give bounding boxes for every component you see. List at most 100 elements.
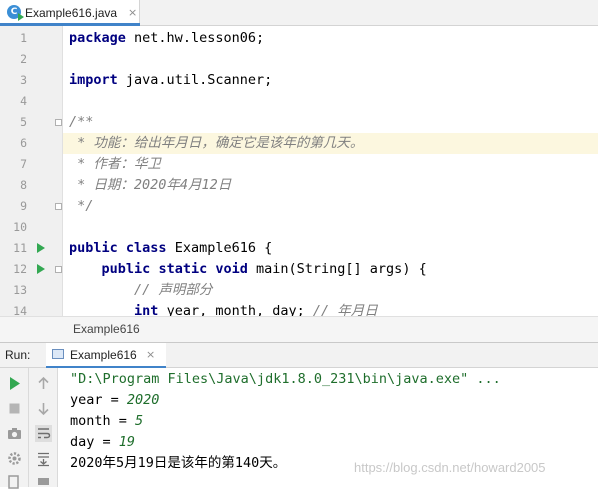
console-line-year: year = 2020 [70,390,159,411]
code-token: Example616 { [174,240,273,256]
code-line[interactable]: import java.util.Scanner; [63,70,598,91]
code-editor[interactable]: 1 2 3 4 5 6 7 8 9 10 11 12 13 14 package net.hw.lesso… [0,26,598,316]
fold-icon[interactable] [55,203,62,210]
console-value: 2020 [126,392,160,408]
run-label: Run: [5,348,31,362]
comment-token: /** [69,114,94,130]
line-number: 2 [20,52,27,66]
run-gutter-icon[interactable] [37,243,45,253]
keyword-token: public [69,240,118,256]
keyword-token: package [69,30,126,46]
code-line-text: package net.hw.lesson06; [69,28,264,49]
comment-token: */ [69,198,94,214]
code-line[interactable]: int year, month, day; // 年月日 [63,301,598,316]
rerun-icon[interactable] [6,375,23,392]
code-line[interactable]: public static void main(String[] args) { [63,259,598,280]
line-number: 6 [20,136,27,150]
code-line[interactable]: public class Example616 { [63,238,598,259]
run-gutter-icon[interactable] [37,264,45,274]
console-result-line: 2020年5月19日是该年的第140天。 [70,455,287,471]
code-line[interactable]: /** [63,112,598,133]
run-tab-example616[interactable]: Example616 × [46,343,166,369]
keyword-token: static [158,261,208,277]
code-line-text: public static void main(String[] args) { [69,259,427,280]
breadcrumb[interactable]: Example616 [0,316,598,342]
run-tab-label: Example616 [70,348,137,362]
editor-tab-label: Example616.java [25,6,118,20]
exit-icon[interactable] [6,473,23,490]
code-line-text: */ [69,196,93,217]
code-token: year, month, day; [166,303,313,316]
keyword-token: int [134,303,159,316]
run-tool-window-header: Run: Example616 × [0,342,598,369]
line-number: 13 [13,283,27,297]
comment-token: * 功能：给出年月日，确定它是该年的第几天。 [69,135,364,151]
code-area[interactable]: package net.hw.lesson06; import java.util… [63,26,598,316]
comment-token: * 日期：2020年4月12日 [69,177,232,193]
code-line[interactable]: * 日期：2020年4月12日 [63,175,598,196]
scroll-to-end-icon[interactable] [35,450,52,467]
soft-wrap-icon[interactable] [35,425,52,442]
code-line-text: /** [69,112,93,133]
comment-token: // 声明部分 [69,282,213,298]
line-number: 14 [13,304,27,316]
close-icon[interactable]: × [146,347,155,363]
stop-icon[interactable] [6,400,23,417]
console-prefix: day = [70,434,119,450]
fold-icon[interactable] [55,266,62,273]
keyword-token: import [69,72,118,88]
console-value: 19 [118,434,136,450]
console-command-line: "D:\Program Files\Java\jdk1.8.0_231\bin\… [70,371,501,387]
line-number: 9 [20,199,27,213]
line-number: 5 [20,115,27,129]
code-line[interactable]: * 功能：给出年月日，确定它是该年的第几天。 [63,133,598,154]
code-token: java.util.Scanner; [125,72,273,88]
camera-icon[interactable] [6,425,23,442]
console-prefix: year = [70,392,127,408]
code-line[interactable]: // 声明部分 [63,280,598,301]
code-line-text: // 声明部分 [69,280,212,301]
line-number: 1 [20,31,27,45]
console-prefix: month = [70,413,136,429]
code-line-text: import java.util.Scanner; [69,70,272,91]
arrow-down-icon[interactable] [35,400,52,417]
code-token: main(String[] args) { [256,261,427,277]
close-icon[interactable]: × [128,5,137,21]
line-number: 12 [13,262,27,276]
run-toolbar-secondary [29,368,58,487]
breadcrumb-class[interactable]: Example616 [73,321,140,337]
code-line[interactable]: package net.hw.lesson06; [63,28,598,49]
code-line[interactable]: */ [63,196,598,217]
keyword-token: class [125,240,167,256]
run-configuration-icon [52,349,64,359]
code-line-text: public class Example616 { [69,238,272,259]
code-line[interactable] [63,91,598,112]
line-number: 8 [20,178,27,192]
code-line-text: * 日期：2020年4月12日 [69,175,231,196]
line-number: 7 [20,157,27,171]
line-number: 4 [20,94,27,108]
watermark: https://blog.csdn.net/howard2005 [354,460,546,475]
java-class-icon: C [7,5,24,21]
code-line-text: int year, month, day; // 年月日 [69,301,378,316]
editor-tab-example616[interactable]: C Example616.java × [0,0,140,26]
comment-token: * 作者：华卫 [69,156,161,172]
code-line-text: * 作者：华卫 [69,154,161,175]
code-line[interactable] [63,49,598,70]
line-number: 10 [13,220,27,234]
line-number: 3 [20,73,27,87]
comment-token: // 年月日 [312,303,378,316]
editor-tab-bar: C Example616.java × [0,0,598,26]
print-icon[interactable] [35,473,52,490]
code-line[interactable]: * 作者：华卫 [63,154,598,175]
editor-gutter: 1 2 3 4 5 6 7 8 9 10 11 12 13 14 [0,26,63,316]
fold-icon[interactable] [55,119,62,126]
keyword-token: void [215,261,248,277]
arrow-up-icon[interactable] [35,375,52,392]
code-line-text: * 功能：给出年月日，确定它是该年的第几天。 [69,133,363,154]
gear-icon[interactable] [6,450,23,467]
code-token: net.hw.lesson06; [134,30,265,46]
code-line[interactable] [63,217,598,238]
